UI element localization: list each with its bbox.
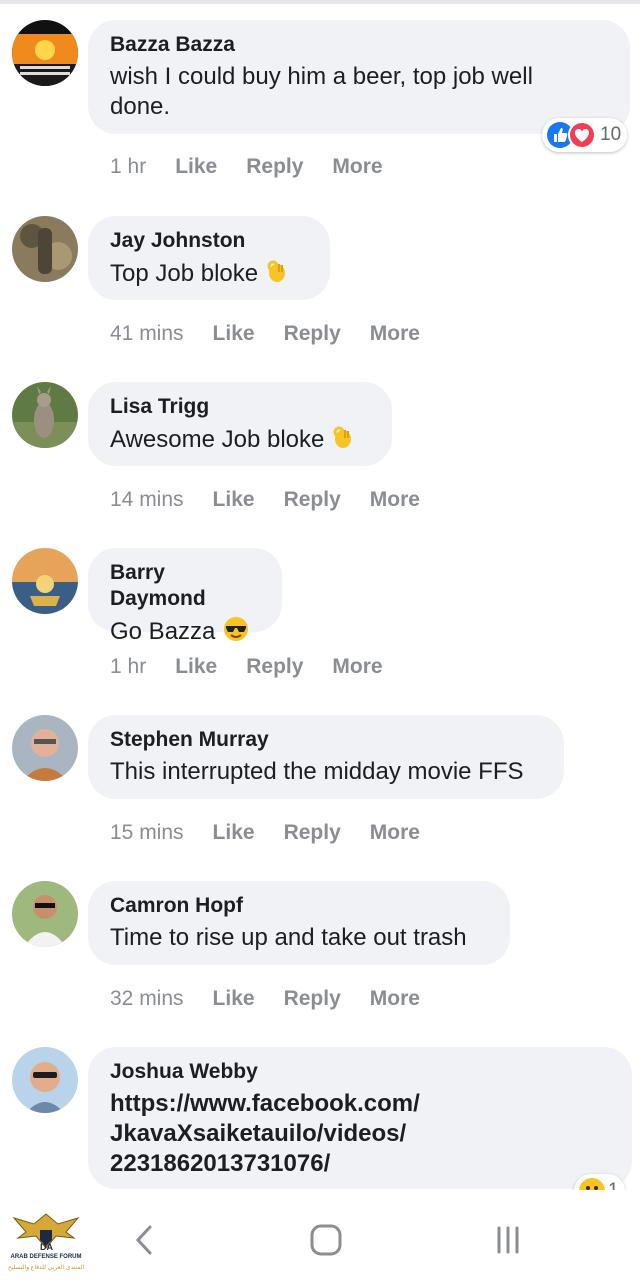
commenter-name[interactable]: Joshua Webby bbox=[110, 1059, 610, 1085]
avatar-kangaroo[interactable] bbox=[12, 382, 78, 448]
comment-text: Go Bazza bbox=[110, 616, 260, 647]
comment-link[interactable]: https://www.facebook.com/ JkavaXsaiketau… bbox=[110, 1089, 610, 1179]
comment-text: Awesome Job bloke bbox=[110, 424, 370, 455]
watermark-brand: DA bbox=[40, 1242, 53, 1252]
comment-time: 1 hr bbox=[110, 155, 147, 178]
avatar-man-selfie[interactable] bbox=[12, 1047, 78, 1113]
commenter-name[interactable]: Lisa Trigg bbox=[110, 394, 370, 420]
more-button[interactable]: More bbox=[332, 155, 382, 179]
more-button[interactable]: More bbox=[332, 655, 382, 679]
comment-time: 41 mins bbox=[110, 322, 184, 345]
comment-time: 1 hr bbox=[110, 655, 147, 678]
like-button[interactable]: Like bbox=[213, 488, 255, 512]
home-square-icon bbox=[310, 1224, 342, 1256]
comment-actions: 14 mins Like Reply More bbox=[110, 488, 449, 512]
recent-apps-button[interactable] bbox=[488, 1220, 528, 1260]
reaction-count: 10 bbox=[600, 124, 622, 145]
chevron-left-icon bbox=[135, 1225, 152, 1255]
watermark-logo: DA ARAB DEFENSE FORUM المنتدى العربي للد… bbox=[4, 1208, 88, 1278]
like-button[interactable]: Like bbox=[213, 821, 255, 845]
comment-text: Time to rise up and take out trash bbox=[110, 924, 467, 951]
commenter-name[interactable]: Stephen Murray bbox=[110, 727, 542, 753]
top-divider bbox=[0, 0, 640, 4]
avatar-man-sunglasses[interactable] bbox=[12, 881, 78, 947]
ok-hand-emoji bbox=[267, 260, 286, 282]
reply-button[interactable]: Reply bbox=[246, 155, 303, 179]
comment-bubble[interactable]: Jay Johnston Top Job bloke bbox=[88, 216, 330, 300]
back-button[interactable] bbox=[124, 1220, 164, 1260]
watermark-line2: المنتدى العربي للدفاع والتسليح bbox=[7, 1265, 85, 1271]
more-button[interactable]: More bbox=[370, 821, 420, 845]
avatar-sunset-sign[interactable] bbox=[12, 20, 78, 86]
comment-bubble[interactable]: Stephen Murray This interrupted the midd… bbox=[88, 715, 564, 799]
avatar-man-glasses[interactable] bbox=[12, 715, 78, 781]
reply-button[interactable]: Reply bbox=[284, 987, 341, 1011]
more-button[interactable]: More bbox=[370, 322, 420, 346]
android-navigation-bar bbox=[0, 1190, 640, 1280]
recent-apps-icon bbox=[497, 1226, 519, 1254]
commenter-name[interactable]: Bazza Bazza bbox=[110, 32, 608, 58]
like-button[interactable]: Like bbox=[175, 155, 217, 179]
love-reaction-icon bbox=[568, 121, 596, 149]
comment-actions: 41 mins Like Reply More bbox=[110, 322, 449, 346]
comment-actions: 1 hr Like Reply More bbox=[110, 655, 412, 679]
reply-button[interactable]: Reply bbox=[246, 655, 303, 679]
comment-text: wish I could buy him a beer, top job wel… bbox=[110, 63, 533, 120]
avatar-camouflage[interactable] bbox=[12, 216, 78, 282]
more-button[interactable]: More bbox=[370, 987, 420, 1011]
sunglasses-emoji bbox=[224, 617, 249, 641]
more-button[interactable]: More bbox=[370, 488, 420, 512]
comment-bubble[interactable]: Bazza Bazza wish I could buy him a beer,… bbox=[88, 20, 630, 134]
comment-actions: 1 hr Like Reply More bbox=[110, 155, 412, 179]
reply-button[interactable]: Reply bbox=[284, 488, 341, 512]
comment-text: Top Job bloke bbox=[110, 258, 308, 289]
comment-bubble[interactable]: Camron Hopf Time to rise up and take out… bbox=[88, 881, 510, 965]
comment-bubble[interactable]: Barry Daymond Go Bazza bbox=[88, 548, 282, 645]
comment-time: 15 mins bbox=[110, 821, 184, 844]
reaction-summary[interactable]: 10 bbox=[542, 118, 628, 152]
ok-hand-emoji bbox=[333, 426, 352, 448]
reply-button[interactable]: Reply bbox=[284, 821, 341, 845]
like-button[interactable]: Like bbox=[213, 322, 255, 346]
comment-actions: 32 mins Like Reply More bbox=[110, 987, 449, 1011]
commenter-name[interactable]: Jay Johnston bbox=[110, 228, 308, 254]
comment-bubble[interactable]: Joshua Webby https://www.facebook.com/ J… bbox=[88, 1047, 632, 1189]
comment-bubble[interactable]: Lisa Trigg Awesome Job bloke bbox=[88, 382, 392, 466]
commenter-name[interactable]: Barry Daymond bbox=[110, 560, 260, 612]
like-button[interactable]: Like bbox=[175, 655, 217, 679]
home-button[interactable] bbox=[306, 1220, 346, 1260]
comment-text: This interrupted the midday movie FFS bbox=[110, 758, 524, 785]
watermark-line1: ARAB DEFENSE FORUM bbox=[10, 1254, 82, 1260]
avatar-sunrise-badge[interactable] bbox=[12, 548, 78, 614]
reply-button[interactable]: Reply bbox=[284, 322, 341, 346]
commenter-name[interactable]: Camron Hopf bbox=[110, 893, 488, 919]
comment-time: 14 mins bbox=[110, 488, 184, 511]
comment-actions: 15 mins Like Reply More bbox=[110, 821, 449, 845]
comment-time: 32 mins bbox=[110, 987, 184, 1010]
like-button[interactable]: Like bbox=[213, 987, 255, 1011]
